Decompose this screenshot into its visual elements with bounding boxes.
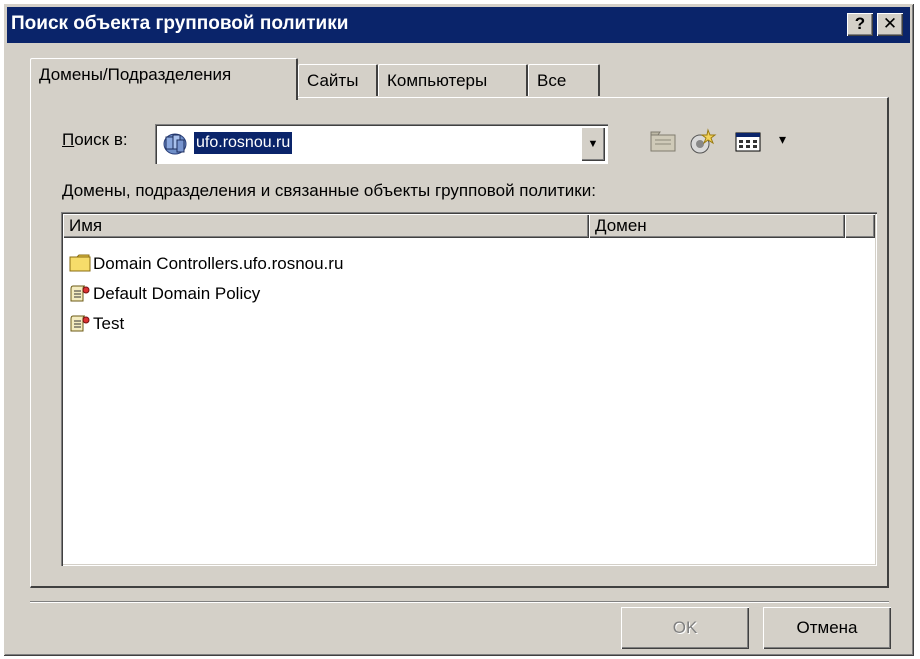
cancel-button[interactable]: Отмена	[763, 607, 891, 649]
tab-domains-ous[interactable]: Домены/Подразделения	[30, 58, 298, 100]
help-button[interactable]: ?	[847, 13, 873, 36]
ok-button[interactable]: OK	[621, 607, 749, 649]
column-header-domain[interactable]: Домен	[589, 214, 845, 238]
view-menu-icon[interactable]	[734, 130, 764, 159]
gpo-icon	[69, 283, 91, 314]
list-caption: Домены, подразделения и связанные объект…	[62, 181, 596, 200]
tab-domains-ous-label: Домены/Подразделения	[39, 65, 232, 84]
search-in-value: ufo.rosnou.ru	[194, 132, 293, 154]
gpo-list-view[interactable]: Имя Домен Domain Controllers.ufo.rosnou.…	[61, 212, 877, 566]
tab-computers-label: Компьютеры	[387, 71, 488, 90]
new-gpo-icon[interactable]	[688, 126, 720, 163]
view-dropdown-arrow-icon[interactable]: ▾	[779, 131, 786, 148]
column-header-filler	[845, 214, 875, 238]
up-folder-icon[interactable]	[648, 126, 678, 161]
search-in-combo[interactable]: ufo.rosnou.ru ▼	[155, 124, 608, 164]
search-in-dropdown-button[interactable]: ▼	[581, 127, 605, 161]
bottom-separator	[30, 601, 889, 603]
list-item-name: Domain Controllers.ufo.rosnou.ru	[93, 254, 344, 273]
title-bar[interactable]: Поиск объекта групповой политики ? ✕	[7, 7, 910, 43]
search-in-label: Поиск в:	[62, 130, 128, 149]
column-header-name[interactable]: Имя	[63, 214, 589, 238]
gpo-icon	[69, 313, 91, 344]
tab-all[interactable]: Все	[528, 64, 600, 96]
tab-sites-label: Сайты	[307, 71, 359, 90]
tab-all-label: Все	[537, 71, 567, 90]
window-title: Поиск объекта групповой политики	[11, 13, 349, 34]
tab-computers[interactable]: Компьютеры	[378, 64, 528, 96]
list-item-name: Test	[93, 314, 125, 333]
tab-sites[interactable]: Сайты	[298, 64, 378, 96]
list-item-name: Default Domain Policy	[93, 284, 261, 303]
close-button[interactable]: ✕	[877, 13, 903, 36]
domain-icon	[162, 131, 188, 162]
folder-icon	[69, 253, 91, 282]
